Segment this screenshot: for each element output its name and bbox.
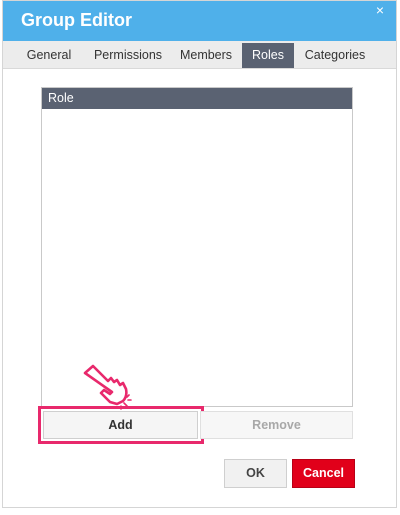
- roles-list[interactable]: Role: [41, 87, 353, 407]
- close-icon[interactable]: ×: [376, 3, 384, 17]
- dialog-title: Group Editor: [21, 10, 132, 30]
- role-column-header[interactable]: Role: [42, 88, 352, 109]
- tab-permissions[interactable]: Permissions: [87, 43, 169, 68]
- pointing-hand-icon: [83, 364, 132, 410]
- tab-bar: General Permissions Members Roles Catego…: [3, 41, 396, 69]
- ok-button[interactable]: OK: [224, 459, 287, 488]
- cancel-button[interactable]: Cancel: [292, 459, 355, 488]
- tab-members[interactable]: Members: [175, 43, 237, 68]
- tab-general[interactable]: General: [17, 43, 81, 68]
- add-button[interactable]: Add: [43, 411, 198, 439]
- tab-categories[interactable]: Categories: [299, 43, 371, 68]
- title-bar: Group Editor ×: [3, 1, 396, 41]
- remove-button[interactable]: Remove: [200, 411, 353, 439]
- tab-roles[interactable]: Roles: [242, 43, 294, 68]
